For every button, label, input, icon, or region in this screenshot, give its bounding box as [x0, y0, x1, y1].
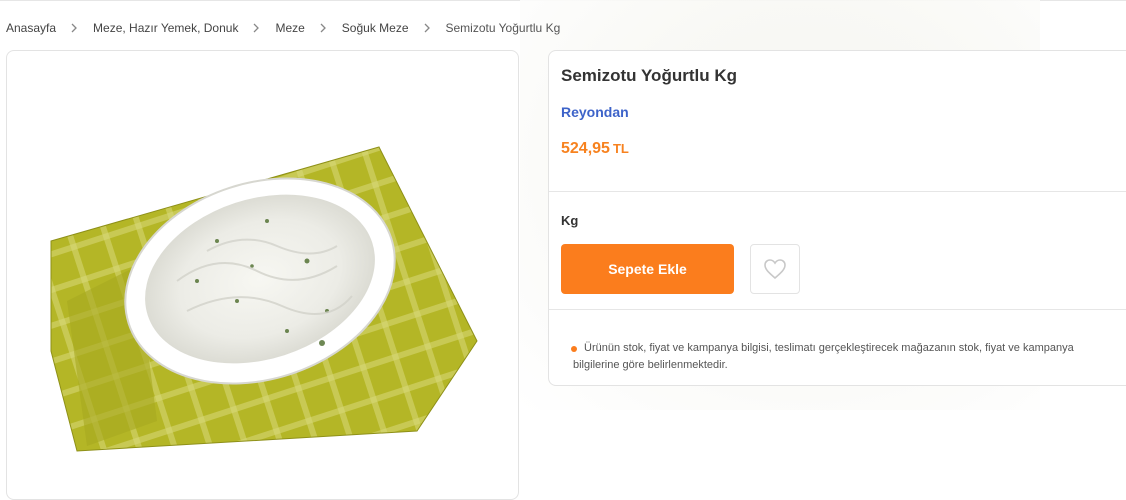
product-title: Semizotu Yoğurtlu Kg [561, 66, 737, 85]
chevron-right-icon [320, 23, 327, 33]
divider [549, 191, 1126, 192]
price-value: 524,95 [561, 140, 610, 157]
breadcrumb-item-subcategory[interactable]: Meze [275, 21, 304, 35]
breadcrumb-item-section[interactable]: Soğuk Meze [342, 21, 409, 35]
breadcrumb: Anasayfa Meze, Hazır Yemek, Donuk Meze S… [6, 19, 560, 37]
add-to-cart-button[interactable]: Sepete Ekle [561, 244, 734, 294]
stock-notice: Ürünün stok, fiyat ve kampanya bilgisi, … [571, 340, 1113, 374]
heart-icon [764, 259, 786, 280]
product-price: 524,95 TL [561, 140, 629, 158]
breadcrumb-item-category[interactable]: Meze, Hazır Yemek, Donuk [93, 21, 238, 35]
price-currency: TL [612, 141, 629, 156]
breadcrumb-item-current: Semizotu Yoğurtlu Kg [445, 21, 561, 35]
seller-link[interactable]: Reyondan [561, 104, 629, 120]
product-info-card: Semizotu Yoğurtlu Kg Reyondan 524,95 TL K… [548, 50, 1126, 386]
favorite-button[interactable] [750, 244, 800, 294]
product-image [50, 146, 478, 452]
breadcrumb-item-home[interactable]: Anasayfa [6, 21, 56, 35]
bullet-icon [571, 346, 577, 352]
chevron-right-icon [424, 23, 431, 33]
product-image-card[interactable] [6, 50, 519, 500]
chevron-right-icon [71, 23, 78, 33]
chevron-right-icon [253, 23, 260, 33]
stock-notice-text: Ürünün stok, fiyat ve kampanya bilgisi, … [573, 342, 1074, 371]
unit-label: Kg [561, 213, 579, 228]
divider [549, 309, 1126, 310]
